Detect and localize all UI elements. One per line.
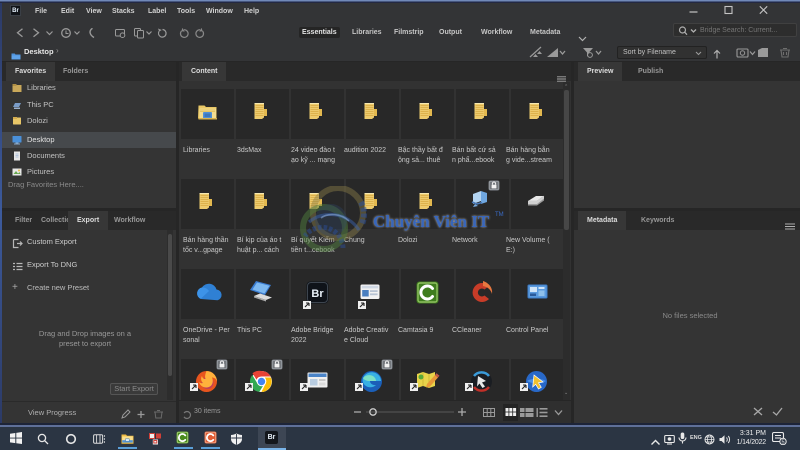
svg-text:5: 5 [781, 440, 784, 445]
svg-text:Br: Br [311, 288, 324, 300]
svg-text:Chuyên Viên IT: Chuyên Viên IT [373, 212, 490, 231]
svg-text:TM: TM [495, 212, 504, 218]
